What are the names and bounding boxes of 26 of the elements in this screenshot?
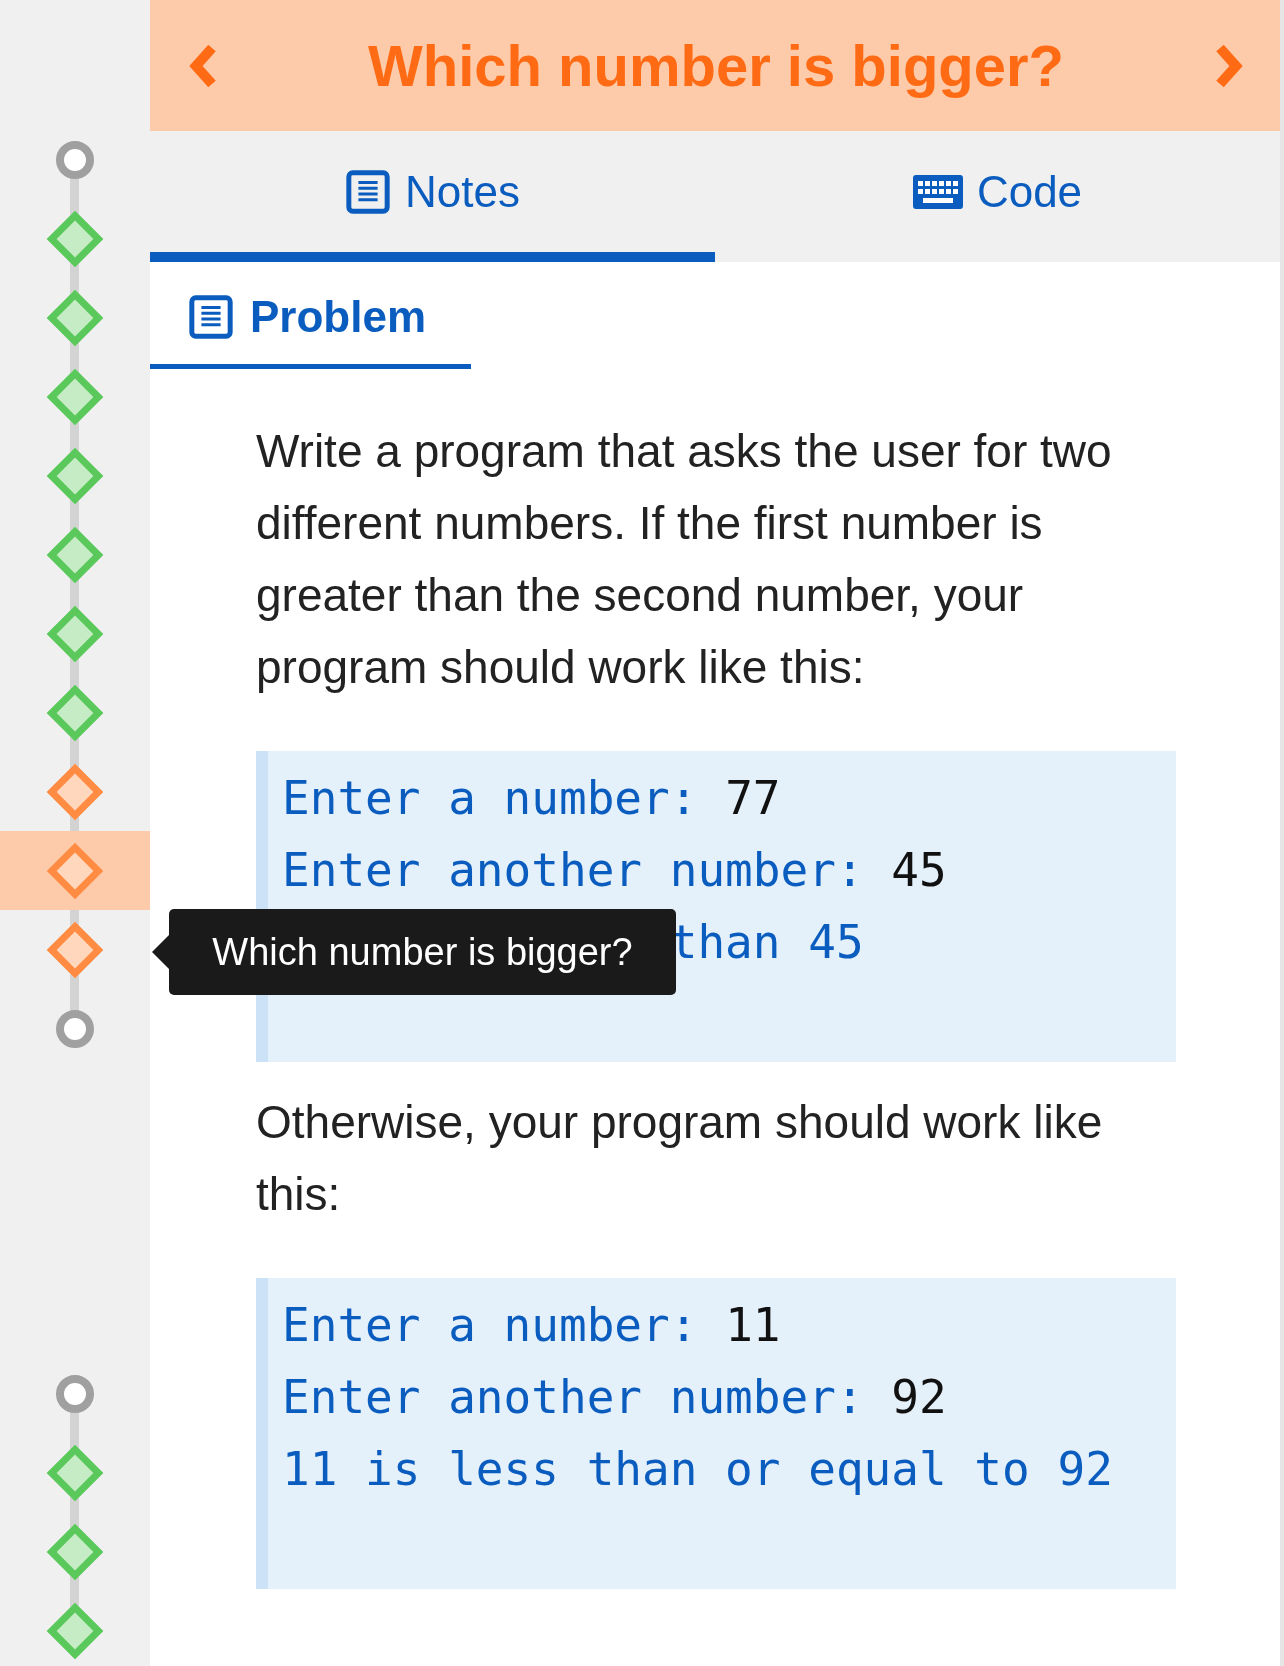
checkpoint-icon [56, 1374, 94, 1413]
section-tab[interactable]: Problem [150, 262, 471, 369]
lesson-title: Which number is bigger? [368, 32, 1064, 99]
tab[interactable]: Notes [150, 131, 715, 262]
prompt-text: Enter a number: [282, 1298, 698, 1352]
problem-text: Write a program that asks the user for two different numbers. If the first number is greater than the second number, your program should work like this: [256, 424, 1113, 695]
section-title: Problem [250, 292, 427, 342]
checkpoint-icon [56, 140, 94, 179]
prompt-text: Enter another number: [282, 1370, 864, 1424]
timeline-item[interactable] [0, 831, 150, 910]
checkpoint-icon [56, 1009, 94, 1048]
document-icon [188, 294, 234, 340]
typed-number-text: 11 [725, 1298, 781, 1352]
prompt-text: Enter another number: [282, 843, 864, 897]
tab[interactable]: Code [715, 131, 1280, 262]
typed-number-text: 77 [725, 771, 781, 825]
prompt-text: Enter a number: [282, 771, 698, 825]
output-text: 11 is less than or equal to 92 [282, 1442, 1113, 1496]
chevron-right-icon [1214, 43, 1244, 88]
tooltip: Which number is bigger? [169, 909, 676, 995]
chevron-left-icon [188, 43, 218, 88]
typed-number-text: 45 [891, 843, 947, 897]
problem-text: Otherwise, your program should work like this: [256, 1095, 1104, 1222]
document-icon [345, 168, 391, 215]
typed-number-text: 92 [891, 1370, 947, 1424]
keyboard-icon [912, 174, 963, 209]
